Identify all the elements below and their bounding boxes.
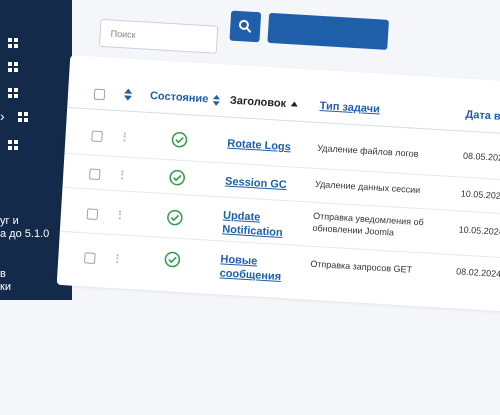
column-header-label: Состояние (149, 89, 209, 106)
select-all-checkbox[interactable] (93, 88, 106, 101)
column-header-date[interactable]: Дата выполне (465, 109, 500, 126)
task-type: Удаление данных сессии (314, 178, 421, 196)
main-content: Состояние Заголовок Тип задачи Дата выпо… (29, 0, 500, 414)
last-run-date: 08.05.2024, 08:31 (462, 150, 500, 165)
search-button[interactable] (229, 10, 262, 43)
check-circle-icon[interactable] (169, 169, 186, 186)
search-icon (238, 19, 252, 33)
column-header-label: Тип задачи (319, 100, 381, 116)
check-circle-icon[interactable] (171, 131, 188, 148)
table-row[interactable]: Новые сообщения Отправка запросов GET 08… (70, 55, 500, 283)
check-circle-icon[interactable] (164, 251, 181, 268)
drag-handle-icon[interactable] (121, 170, 126, 180)
column-header-label: Дата выполне (465, 108, 500, 126)
task-title-link[interactable]: Update Notification (222, 208, 284, 240)
task-title-link[interactable]: Rotate Logs (227, 137, 291, 155)
task-title-link[interactable]: Новые сообщения (219, 252, 282, 284)
table-row[interactable]: Update Notification Отправка уведомления… (70, 55, 500, 239)
last-run-date: 10.05.2024, 10:0 (460, 188, 500, 203)
divider (67, 107, 500, 141)
dashboard-icon[interactable] (8, 140, 18, 150)
table-row[interactable]: Session GC Удаление данных сессии 10.05.… (70, 55, 500, 203)
column-header-title[interactable]: Заголовок (230, 95, 299, 111)
dashboard-icon[interactable] (8, 38, 18, 48)
drag-handle-icon[interactable] (123, 132, 128, 142)
dashboard-icon[interactable] (8, 88, 18, 98)
task-type: Отправка запросов GET (310, 258, 413, 275)
check-circle-icon[interactable] (166, 209, 183, 226)
drag-handle-icon[interactable] (116, 254, 121, 264)
search-input[interactable] (98, 18, 219, 54)
row-checkbox[interactable] (83, 252, 96, 264)
sort-asc-icon (291, 101, 299, 107)
table-row[interactable]: Rotate Logs Удаление файлов логов 08.05.… (70, 55, 500, 165)
dashboard-icon[interactable] (8, 62, 18, 72)
row-checkbox[interactable] (88, 168, 101, 181)
sidebar-item-label[interactable]: в ки (0, 268, 11, 294)
sort-icon[interactable] (124, 88, 133, 101)
row-checkbox[interactable] (91, 130, 103, 143)
task-type: Удаление файлов логов (316, 142, 419, 159)
drag-handle-icon[interactable] (118, 210, 124, 220)
row-checkbox[interactable] (86, 208, 99, 221)
dashboard-icon[interactable] (18, 112, 28, 122)
task-type: Отправка уведомления об обновлении Jooml… (312, 210, 424, 238)
column-header-type[interactable]: Тип задачи (319, 100, 380, 116)
column-header-label: Заголовок (229, 94, 287, 110)
chevron-right-icon[interactable]: › (0, 108, 5, 124)
filter-options-button[interactable] (267, 12, 389, 50)
last-run-date: 08.02.2024, (455, 266, 500, 280)
last-run-date: 10.05.2024, 10: (458, 224, 500, 238)
tasks-table: Состояние Заголовок Тип задачи Дата выпо… (56, 55, 500, 317)
task-title-link[interactable]: Session GC (225, 175, 287, 193)
sort-icon (213, 94, 221, 106)
column-header-status[interactable]: Состояние (150, 90, 221, 106)
